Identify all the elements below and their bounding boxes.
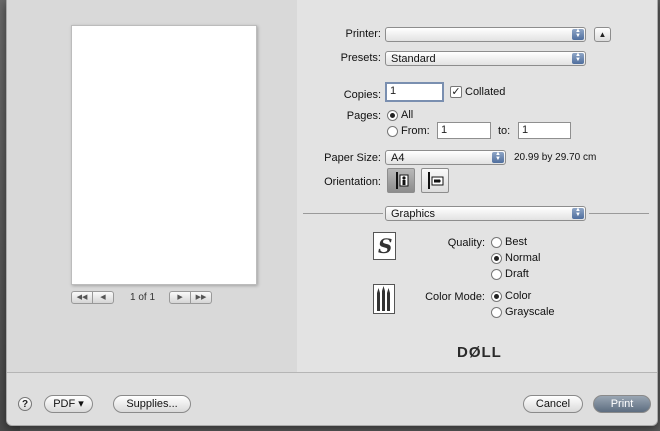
quality-best-radio[interactable] xyxy=(491,237,502,248)
preview-pane: ◀◀ ◀ 1 of 1 ▶ ▶▶ xyxy=(7,0,297,372)
pencils-icon xyxy=(377,286,390,311)
print-button[interactable]: Print xyxy=(593,395,651,413)
next-page-button[interactable]: ▶ xyxy=(169,290,192,304)
orientation-label: Orientation: xyxy=(324,176,381,188)
orientation-landscape-button[interactable] xyxy=(421,168,449,193)
settings-pane: Printer: ▲ ▼ ▲ Presets: Standard ▲ ▼ Copie… xyxy=(297,0,657,372)
last-page-button[interactable]: ▶▶ xyxy=(191,290,213,304)
quality-draft-radio[interactable] xyxy=(491,269,502,280)
copies-field[interactable]: 1 xyxy=(385,82,444,102)
quality-icon: S xyxy=(373,232,396,260)
pages-label: Pages: xyxy=(346,110,381,122)
section-popup[interactable]: Graphics ▲ ▼ xyxy=(385,206,586,221)
previous-page-button[interactable]: ◀ xyxy=(93,290,114,304)
dialog-footer: ? PDF ▾ Supplies... Cancel Print xyxy=(7,372,657,425)
color-mode-grayscale-radio[interactable] xyxy=(491,307,502,318)
quality-best-label: Best xyxy=(505,236,528,248)
triangle-up-icon: ▲ xyxy=(598,30,607,39)
print-dialog: ◀◀ ◀ 1 of 1 ▶ ▶▶ Printer: ▲ ▼ ▲ Presets: … xyxy=(6,0,658,426)
quality-normal-label: Normal xyxy=(505,252,541,264)
portrait-person-icon xyxy=(396,172,409,189)
preview-pager: ◀◀ ◀ 1 of 1 ▶ ▶▶ xyxy=(71,290,213,304)
dell-logo: DØLL xyxy=(457,344,502,361)
help-icon: ? xyxy=(21,399,29,410)
page-indicator: 1 of 1 xyxy=(130,291,156,303)
popup-arrows-icon: ▲ ▼ xyxy=(572,207,584,219)
cancel-button[interactable]: Cancel xyxy=(523,395,583,413)
presets-label: Presets: xyxy=(340,52,381,64)
color-mode-color-radio[interactable] xyxy=(491,291,502,302)
pages-all-label: All xyxy=(401,109,414,121)
presets-value: Standard xyxy=(391,53,436,65)
separator-right xyxy=(589,213,649,214)
presets-popup[interactable]: Standard ▲ ▼ xyxy=(385,51,586,66)
separator-left xyxy=(303,213,383,214)
first-page-button[interactable]: ◀◀ xyxy=(71,290,93,304)
pages-from-radio[interactable] xyxy=(387,126,398,137)
supplies-button[interactable]: Supplies... xyxy=(113,395,191,413)
copies-label: Copies: xyxy=(343,89,381,101)
color-mode-grayscale-label: Grayscale xyxy=(505,306,555,318)
paper-size-popup[interactable]: A4 ▲ ▼ xyxy=(385,150,506,165)
pages-from-field[interactable]: 1 xyxy=(437,122,491,139)
help-button[interactable]: ? xyxy=(18,397,32,411)
quality-label: Quality: xyxy=(447,237,485,249)
paper-size-label: Paper Size: xyxy=(324,152,381,164)
paper-size-value: A4 xyxy=(391,152,405,164)
pages-to-field[interactable]: 1 xyxy=(518,122,571,139)
popup-arrows-icon: ▲ ▼ xyxy=(572,52,584,64)
pages-all-radio[interactable] xyxy=(387,110,398,121)
collated-checkbox[interactable]: ✓ xyxy=(450,86,462,98)
section-value: Graphics xyxy=(391,208,436,220)
collated-label: Collated xyxy=(465,86,506,98)
pdf-menu-button[interactable]: PDF ▾ xyxy=(44,395,93,413)
disclosure-button[interactable]: ▲ xyxy=(594,27,611,42)
quality-normal-radio[interactable] xyxy=(491,253,502,264)
pages-to-label: to: xyxy=(498,125,511,137)
color-mode-color-label: Color xyxy=(505,290,532,302)
printer-label: Printer: xyxy=(345,28,381,40)
paper-size-dimensions: 20.99 by 29.70 cm xyxy=(514,152,597,163)
popup-arrows-icon: ▲ ▼ xyxy=(572,28,584,40)
orientation-portrait-button[interactable] xyxy=(387,168,415,193)
popup-arrows-icon: ▲ ▼ xyxy=(492,151,504,163)
color-mode-icon xyxy=(373,284,395,314)
color-mode-label: Color Mode: xyxy=(425,291,485,303)
pages-from-label: From: xyxy=(401,125,430,137)
landscape-person-icon xyxy=(428,172,444,189)
page-preview xyxy=(71,25,257,285)
printer-popup[interactable]: ▲ ▼ xyxy=(385,27,586,42)
quality-draft-label: Draft xyxy=(505,268,529,280)
